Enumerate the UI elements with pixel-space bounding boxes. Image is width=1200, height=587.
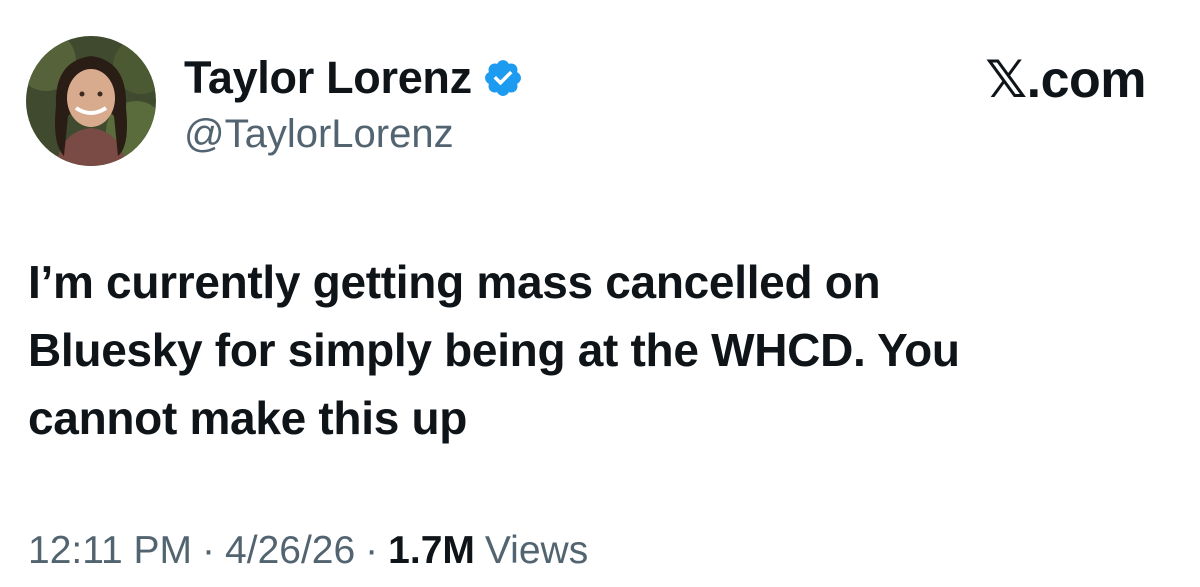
tweet-time[interactable]: 12:11 PM (28, 525, 192, 577)
views-count: 1.7M (388, 529, 475, 572)
author-row: Taylor Lorenz (184, 50, 524, 106)
avatar-image (26, 36, 156, 166)
meta-separator: · (202, 529, 216, 572)
tweet-card: Taylor Lorenz @TaylorLorenz 𝕏.com I’m cu… (0, 0, 1200, 587)
author-handle[interactable]: @TaylorLorenz (184, 108, 454, 160)
tweet-date[interactable]: 4/26/26 (225, 525, 355, 577)
display-name[interactable]: Taylor Lorenz (184, 50, 472, 106)
tweet-text-line: cannot make this up (28, 392, 468, 444)
tweet-text: I’m currently getting mass cancelled on … (28, 248, 1148, 452)
tweet-text-line: Bluesky for simply being at the WHCD. Yo… (28, 324, 960, 376)
avatar[interactable] (26, 36, 156, 166)
x-logo: 𝕏.com (985, 51, 1146, 109)
tweet-text-line: I’m currently getting mass cancelled on (28, 256, 881, 308)
meta-separator: · (365, 529, 379, 572)
tweet-meta: 12:11 PM · 4/26/26 · 1.7M Views (28, 525, 588, 577)
views-label: Views (484, 529, 589, 572)
verified-badge-icon (482, 57, 524, 99)
